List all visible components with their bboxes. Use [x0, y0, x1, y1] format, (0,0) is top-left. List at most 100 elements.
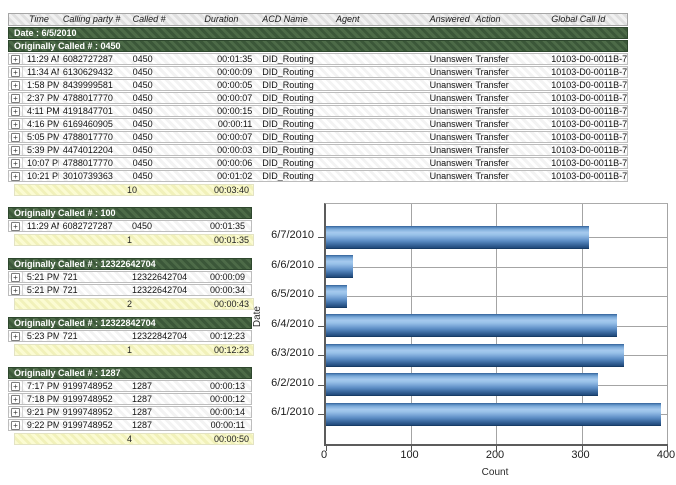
cell-action: Transfer — [472, 106, 548, 116]
expand-plus-icon[interactable]: + — [11, 55, 20, 64]
table-row: +11:29 AM6082727287045000:01:35DID_Routi… — [8, 53, 628, 65]
calls-by-date-bar-chart: Date 6/7/20106/6/20106/5/20106/4/20106/3… — [250, 196, 676, 485]
cell-calling-party: 6130629432 — [59, 67, 129, 77]
expand-cell: + — [9, 171, 23, 181]
expand-cell: + — [9, 407, 23, 417]
category-label: 6/2/2010 — [250, 377, 314, 390]
chart-plot-area — [324, 203, 668, 446]
expand-plus-icon[interactable]: + — [11, 286, 20, 295]
gridline-horizontal — [326, 267, 668, 268]
expand-plus-icon[interactable]: + — [11, 408, 20, 417]
table-row: +5:21 PM7211232264270400:00:34 — [8, 284, 252, 296]
cell-acd-name: DID_Routing — [258, 67, 332, 77]
cell-time: 9:21 PM — [23, 407, 59, 417]
cell-answered: Unanswered — [426, 132, 472, 142]
cell-time: 10:21 PM — [23, 171, 59, 181]
bar[interactable] — [326, 403, 661, 426]
cell-called: 1287 — [128, 407, 199, 417]
bar[interactable] — [326, 255, 353, 278]
column-header-duration: Duration — [200, 14, 258, 25]
group-summary-row: 1000:03:40 — [14, 184, 254, 196]
bar[interactable] — [326, 373, 598, 396]
cell-agent — [332, 145, 426, 155]
category-axis: 6/7/20106/6/20106/5/20106/4/20106/3/2010… — [250, 203, 314, 443]
table-row: +5:21 PM7211232264270400:00:09 — [8, 271, 252, 283]
expand-cell: + — [9, 420, 23, 430]
expand-column-header — [9, 14, 23, 25]
group-header: Originally Called # : 1287 — [8, 367, 252, 379]
summary-total: 00:12:23 — [214, 345, 249, 355]
expand-plus-icon[interactable]: + — [11, 81, 20, 90]
cell-duration: 00:00:11 — [199, 420, 251, 430]
expand-plus-icon[interactable]: + — [11, 133, 20, 142]
bar[interactable] — [326, 226, 589, 249]
column-header-action: Action — [472, 14, 548, 25]
cell-time: 4:16 PM — [23, 119, 59, 129]
table-row: +1:58 PM8439999581045000:00:05DID_Routin… — [8, 79, 628, 91]
expand-plus-icon[interactable]: + — [11, 68, 20, 77]
cell-action: Transfer — [472, 158, 548, 168]
expand-plus-icon[interactable]: + — [11, 120, 20, 129]
bar[interactable] — [326, 285, 347, 308]
cell-calling-party: 8439999581 — [59, 80, 129, 90]
cell-answered: Unanswered — [426, 119, 472, 129]
table-row: +5:05 PM4788017770045000:00:07DID_Routin… — [8, 131, 628, 143]
cell-acd-name: DID_Routing — [258, 119, 332, 129]
cell-called: 12322842704 — [128, 331, 199, 341]
bar[interactable] — [326, 314, 617, 337]
cell-time: 7:18 PM — [23, 394, 59, 404]
summary-count: 4 — [127, 434, 132, 444]
table-row: +9:21 PM9199748952128700:00:14 — [8, 406, 252, 418]
expand-plus-icon[interactable]: + — [11, 332, 20, 341]
cell-calling-party: 721 — [59, 331, 128, 341]
cell-duration: 00:00:09 — [199, 272, 251, 282]
cell-duration: 00:00:07 — [200, 132, 258, 142]
cell-agent — [332, 106, 426, 116]
category-label: 6/5/2010 — [250, 288, 314, 301]
expand-plus-icon[interactable]: + — [11, 172, 20, 181]
cell-time: 11:29 AM — [23, 221, 59, 231]
cell-agent — [332, 80, 426, 90]
summary-count: 1 — [127, 235, 132, 245]
table-row: +5:39 PM4474012204045000:00:03DID_Routin… — [8, 144, 628, 156]
cell-acd-name: DID_Routing — [258, 93, 332, 103]
expand-plus-icon[interactable]: + — [11, 159, 20, 168]
table-row: +2:37 PM4788017770045000:00:07DID_Routin… — [8, 92, 628, 104]
cell-action: Transfer — [472, 119, 548, 129]
expand-plus-icon[interactable]: + — [11, 94, 20, 103]
category-label: 6/4/2010 — [250, 318, 314, 331]
cell-called: 0450 — [129, 132, 201, 142]
table-row: +4:16 PM6169460905045000:00:11DID_Routin… — [8, 118, 628, 130]
cell-acd-name: DID_Routing — [258, 80, 332, 90]
y-tick-mark — [318, 267, 324, 268]
x-tick-label: 200 — [486, 449, 504, 461]
call-group-section: Originally Called # : 12322642704+5:21 P… — [8, 257, 252, 310]
bar[interactable] — [326, 344, 624, 367]
expand-plus-icon[interactable]: + — [11, 222, 20, 231]
cell-time: 11:29 AM — [23, 54, 59, 64]
expand-plus-icon[interactable]: + — [11, 421, 20, 430]
cell-time: 2:37 PM — [23, 93, 59, 103]
category-label: 6/7/2010 — [250, 229, 314, 242]
group-header: Originally Called # : 12322642704 — [8, 258, 252, 270]
expand-plus-icon[interactable]: + — [11, 382, 20, 391]
gridline-vertical — [667, 204, 668, 444]
y-tick-mark — [318, 296, 324, 297]
cell-calling-party: 3010739363 — [59, 171, 129, 181]
cell-global-call-id: 10103-D0-0011B-773 — [547, 119, 627, 129]
expand-plus-icon[interactable]: + — [11, 273, 20, 282]
cell-time: 5:21 PM — [23, 272, 59, 282]
cell-calling-party: 4788017770 — [59, 158, 129, 168]
cell-calling-party: 9199748952 — [59, 394, 128, 404]
cell-global-call-id: 10103-D0-0011B-768 — [547, 54, 627, 64]
cell-agent — [332, 171, 426, 181]
expand-plus-icon[interactable]: + — [11, 107, 20, 116]
cell-time: 10:07 PM — [23, 158, 59, 168]
cell-called: 0450 — [129, 80, 201, 90]
expand-plus-icon[interactable]: + — [11, 395, 20, 404]
cell-calling-party: 6082727287 — [59, 221, 128, 231]
expand-cell: + — [9, 381, 23, 391]
expand-plus-icon[interactable]: + — [11, 146, 20, 155]
cell-called: 0450 — [129, 158, 201, 168]
count-axis-label: Count — [324, 467, 666, 478]
